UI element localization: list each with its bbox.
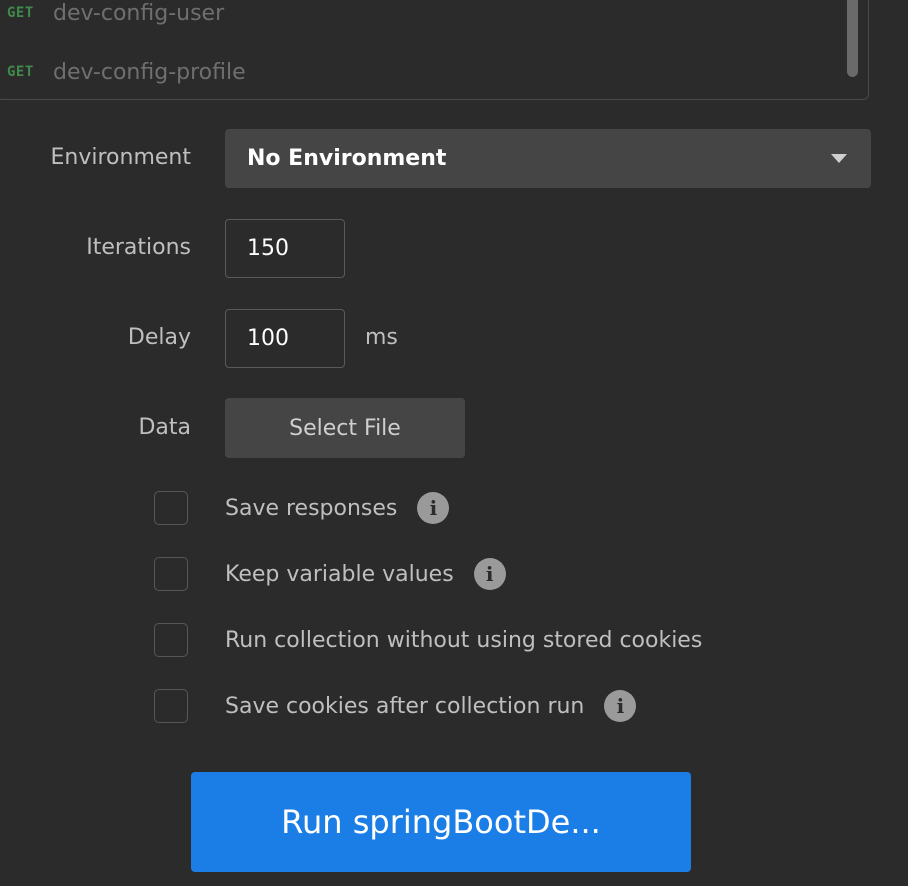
iterations-label: Iterations [86, 235, 191, 260]
request-item[interactable]: GET dev-config-profile [7, 57, 246, 87]
keep-variable-values-checkbox[interactable] [154, 557, 188, 591]
option-label: Keep variable values [225, 561, 454, 587]
save-responses-checkbox[interactable] [154, 491, 188, 525]
option-label: Save responses [225, 495, 398, 521]
save-cookies-checkbox[interactable] [154, 689, 188, 723]
option-keep-variable-values: Keep variable values i [154, 556, 506, 592]
option-save-cookies: Save cookies after collection run i [154, 688, 637, 724]
request-item[interactable]: GET dev-config-user [7, 0, 224, 28]
info-icon[interactable]: i [473, 558, 506, 590]
request-method: GET [7, 64, 34, 80]
request-list-scrollbar[interactable] [847, 0, 858, 77]
option-label: Run collection without using stored cook… [225, 627, 703, 653]
collection-runner-panel: GET dev-config-user GET dev-config-profi… [0, 0, 908, 886]
request-method: GET [7, 5, 34, 21]
delay-input[interactable]: 100 [225, 309, 345, 368]
delay-unit: ms [365, 325, 398, 350]
environment-select[interactable]: No Environment [225, 129, 871, 188]
iterations-input[interactable]: 150 [225, 219, 345, 278]
request-name: dev-config-profile [53, 59, 246, 85]
chevron-down-icon [831, 154, 847, 163]
request-name: dev-config-user [53, 0, 225, 26]
option-label: Save cookies after collection run [225, 693, 585, 719]
info-icon[interactable]: i [604, 690, 637, 722]
option-save-responses: Save responses i [154, 490, 450, 526]
run-collection-button[interactable]: Run springBootDe... [191, 772, 691, 872]
info-icon[interactable]: i [417, 492, 450, 524]
environment-label: Environment [50, 145, 191, 170]
option-run-without-cookies: Run collection without using stored cook… [154, 622, 702, 658]
run-without-cookies-checkbox[interactable] [154, 623, 188, 657]
data-label: Data [138, 415, 191, 440]
select-file-button[interactable]: Select File [225, 398, 465, 458]
delay-label: Delay [127, 325, 191, 350]
request-list: GET dev-config-user GET dev-config-profi… [0, 0, 869, 100]
environment-value: No Environment [247, 146, 447, 171]
